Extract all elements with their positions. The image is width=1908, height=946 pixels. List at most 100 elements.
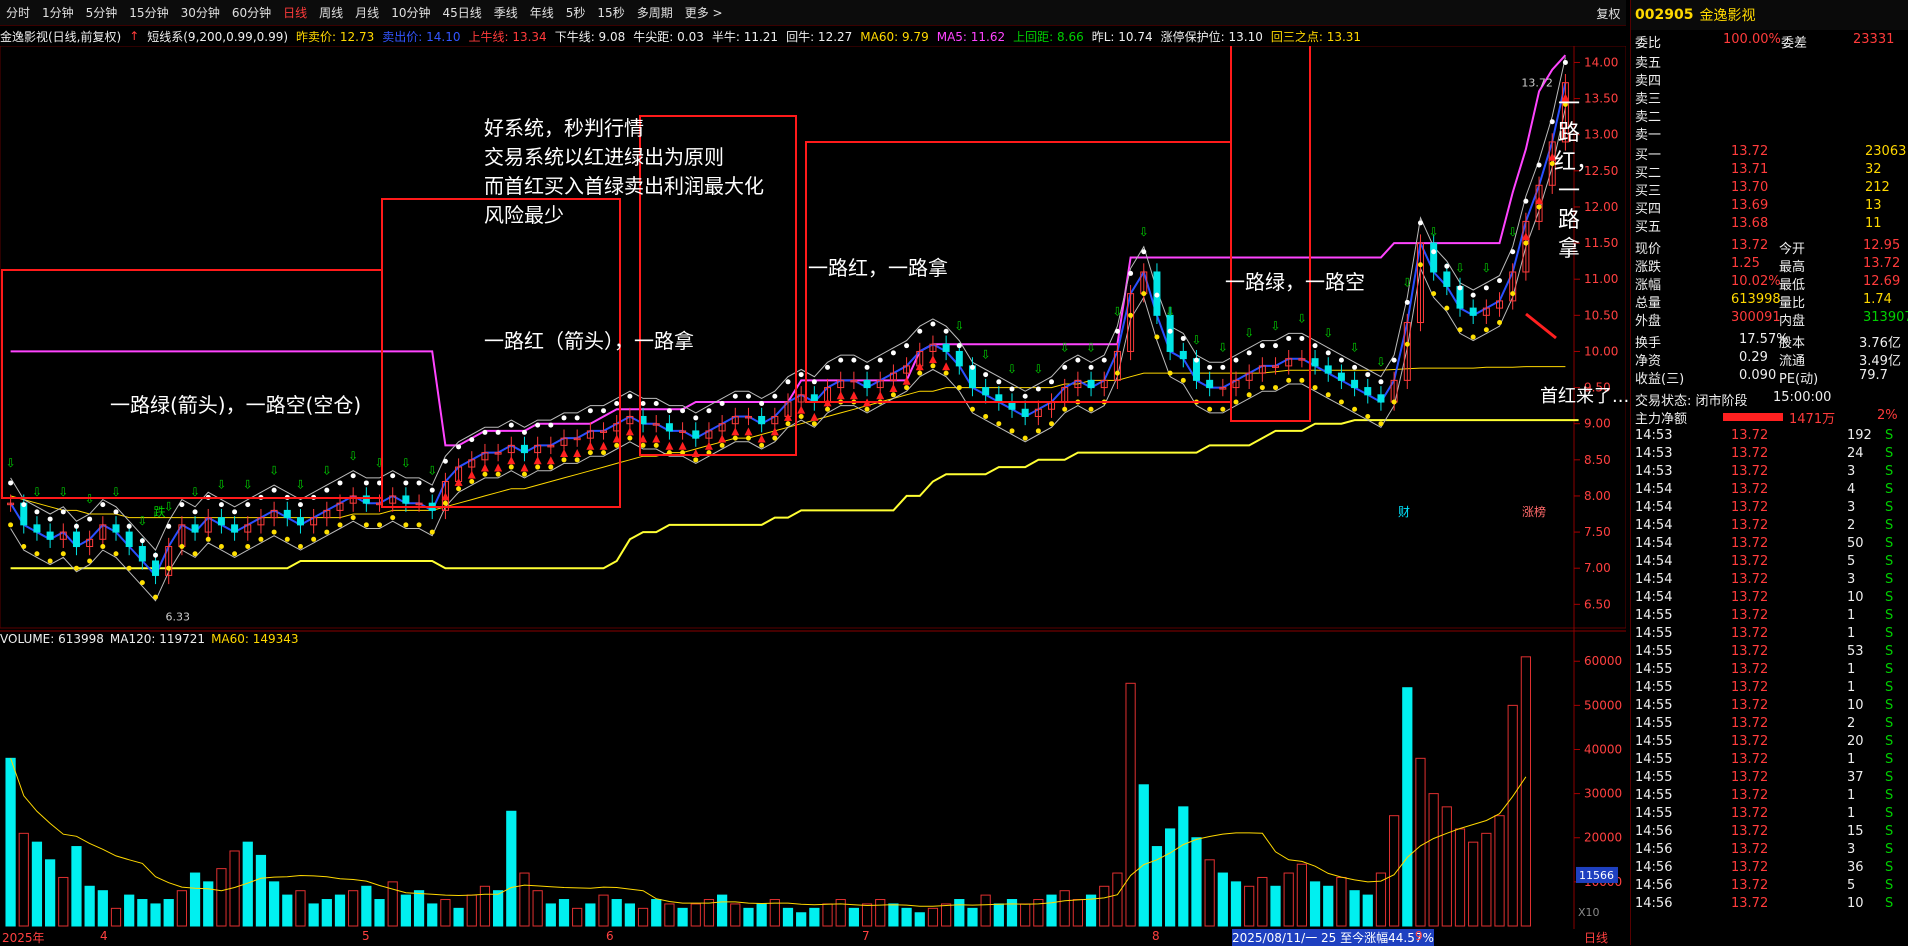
volume-bar (637, 907, 649, 927)
annotation-box4: 一路绿，一路空 (1225, 270, 1365, 294)
fund-value: 79.7 (1859, 368, 1888, 383)
high-dot (745, 393, 751, 399)
low-dot (693, 457, 699, 463)
tick-row-15: 14:55 13.72 10 S (1631, 698, 1908, 716)
candle-body (810, 394, 818, 403)
period-tab-1[interactable]: 1分钟 (36, 4, 80, 21)
period-tab-3[interactable]: 15分钟 (123, 4, 174, 21)
low-dot (1431, 291, 1437, 297)
volume-bar (1138, 784, 1149, 927)
buy-arrow-icon (520, 463, 529, 472)
tick-volume: 10 (1847, 698, 1864, 713)
annotation-line-1: 交易系统以红进绿出为原则 (484, 145, 724, 169)
volume-value-0: VOLUME: 613998 (0, 632, 104, 646)
period-tab-16[interactable]: 更多 > (679, 4, 729, 21)
tick-volume: 36 (1847, 860, 1864, 875)
volume-bar (993, 903, 1004, 927)
period-tab-4[interactable]: 30分钟 (175, 4, 226, 21)
period-tab-9[interactable]: 10分钟 (385, 4, 436, 21)
low-dot (192, 551, 198, 557)
buy-arrow-icon (494, 463, 503, 472)
tick-price: 13.72 (1731, 590, 1769, 605)
high-dot (166, 523, 172, 529)
netflow-label: 主力净额 (1635, 412, 1688, 427)
buy-arrow-icon (480, 463, 489, 472)
price-tick-label: 7.50 (1584, 525, 1611, 539)
quote-value: 300091 (1731, 310, 1781, 325)
low-dot (47, 558, 53, 564)
high-dot (403, 480, 409, 486)
period-tab-0[interactable]: 分时 (0, 4, 36, 21)
tick-side: S (1885, 752, 1894, 767)
low-dot (34, 551, 40, 557)
period-tab-13[interactable]: 5秒 (560, 4, 592, 21)
volume-bar (1270, 885, 1281, 927)
volume-bar (361, 885, 372, 927)
indicator-value-4: 牛尖距: 0.03 (633, 29, 704, 44)
indicator-name[interactable]: 短线系(9,200,0.99,0.99) (147, 28, 288, 45)
high-dot (1088, 364, 1094, 370)
high-dot (1154, 292, 1160, 298)
volume-bar (1296, 863, 1307, 927)
volume-bar (1178, 806, 1189, 927)
indicator-value-1: 卖出价: 14.10 (382, 29, 461, 44)
tick-side: S (1885, 698, 1894, 713)
bid-label: 买三 (1635, 184, 1662, 199)
period-tab-11[interactable]: 季线 (488, 4, 524, 21)
candle-body (46, 531, 54, 540)
volume-bar (1099, 885, 1110, 927)
bid-price: 13.68 (1731, 216, 1769, 231)
low-dot (153, 594, 159, 600)
chart-canvas[interactable]: 14.0013.5013.0012.5012.0011.5011.0010.50… (0, 46, 1626, 929)
volume-scale-label: X10 (1578, 906, 1600, 919)
high-dot (100, 502, 106, 508)
high-dot (904, 343, 910, 349)
first-red-pointer-icon (1525, 312, 1557, 340)
low-dot (640, 442, 646, 448)
period-tab-6[interactable]: 日线 (277, 4, 313, 21)
stock-header: 002905 金逸影视 (1631, 0, 1908, 30)
low-dot (1049, 421, 1055, 427)
volume-bar (216, 868, 227, 927)
high-dot (1009, 386, 1015, 392)
volume-bar (71, 846, 82, 927)
tick-volume: 15 (1847, 824, 1864, 839)
bottom-tag-cai: 财 (1398, 505, 1410, 519)
candle-body (1311, 358, 1319, 367)
volume-value-tag-text: 11566 (1579, 869, 1614, 882)
tool-button-0[interactable]: 复权 (1591, 5, 1625, 22)
low-dot (245, 544, 251, 550)
high-dot (706, 408, 712, 414)
low-dot (1114, 370, 1120, 376)
tick-volume: 3 (1847, 464, 1856, 479)
sell-arrow-icon: ⇩ (58, 485, 68, 499)
volume-bar (453, 907, 464, 927)
period-tab-12[interactable]: 年线 (524, 4, 560, 21)
stock-name[interactable]: 金逸影视 (1699, 5, 1755, 25)
volume-bar (1072, 899, 1083, 927)
period-tab-2[interactable]: 5分钟 (80, 4, 124, 21)
period-tab-14[interactable]: 15秒 (591, 4, 630, 21)
period-tab-5[interactable]: 60分钟 (226, 4, 277, 21)
low-dot (521, 471, 527, 477)
low-dot (1404, 341, 1410, 347)
high-dot (469, 437, 475, 443)
period-tab-7[interactable]: 周线 (313, 4, 349, 21)
volume-bar (374, 899, 385, 927)
candle-body (217, 517, 225, 526)
volume-bar (150, 903, 161, 927)
tick-price: 13.72 (1731, 644, 1769, 659)
period-tab-15[interactable]: 多周期 (631, 4, 679, 21)
indicator-arrow-icon[interactable]: ↑ (129, 29, 139, 43)
tick-volume: 5 (1847, 878, 1856, 893)
period-tab-10[interactable]: 45日线 (436, 4, 487, 21)
period-tab-8[interactable]: 月线 (349, 4, 385, 21)
sell-arrow-icon: ⇩ (1112, 304, 1122, 318)
tick-price: 13.72 (1731, 608, 1769, 623)
tick-volume: 1 (1847, 662, 1856, 677)
candle-body (665, 423, 673, 432)
indicator-value-5: 半牛: 11.21 (711, 29, 779, 44)
volume-bar (743, 907, 754, 927)
sell-arrow-icon: ⇩ (401, 456, 411, 470)
tick-time: 14:55 (1635, 752, 1673, 767)
